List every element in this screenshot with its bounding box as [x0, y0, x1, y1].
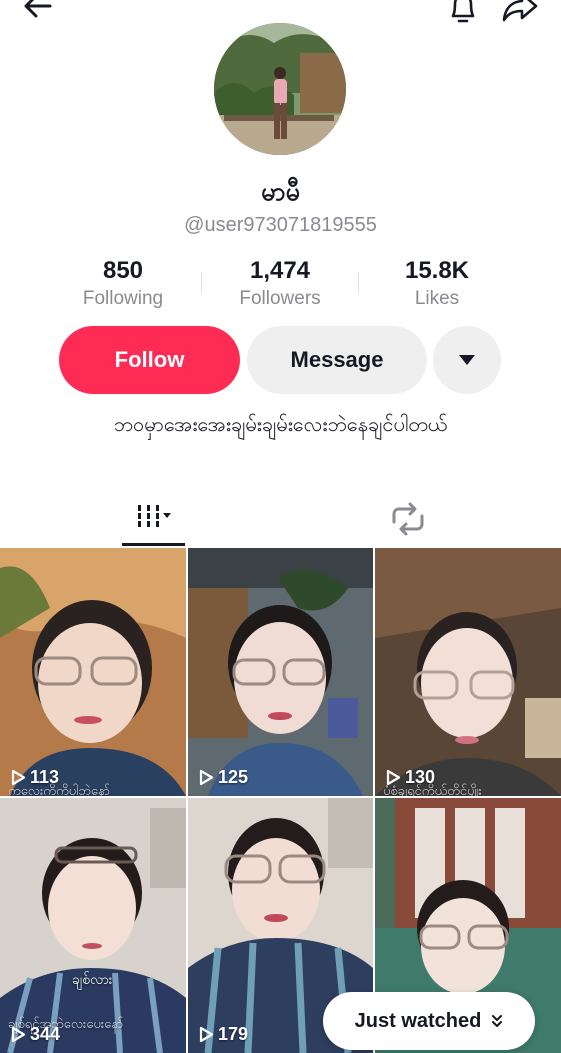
- grid-videos-icon: [138, 505, 171, 527]
- arrow-left-icon[interactable]: [20, 0, 56, 24]
- video-overlay-text: ချစ်လား: [72, 972, 113, 988]
- view-count: 113: [10, 767, 59, 788]
- stat-value: 1,474: [249, 257, 311, 284]
- share-arrow-icon[interactable]: [500, 0, 540, 24]
- stat-label: Following: [82, 288, 164, 309]
- just-watched-button[interactable]: Just watched: [323, 992, 535, 1050]
- video-thumbnail[interactable]: ချစ်လား ချစ်ရင်အဘဲလေးပေးနော် 344: [0, 798, 186, 1053]
- view-count-value: 113: [30, 767, 60, 787]
- stat-label: Likes: [414, 288, 460, 309]
- video-grid: ကလေးကိုကိုပါဘဲနော် 113 125 ပုံစံချရင်ကို…: [0, 548, 561, 1053]
- display-name: မာမီ: [261, 177, 300, 206]
- message-button[interactable]: Message: [247, 326, 427, 394]
- view-count-value: 344: [30, 1024, 61, 1044]
- view-count: 179: [198, 1024, 248, 1045]
- bell-icon[interactable]: [446, 0, 480, 26]
- video-thumbnail[interactable]: 125: [188, 548, 373, 796]
- thumbnail-image: [0, 548, 186, 796]
- view-count: 344: [10, 1024, 60, 1045]
- follow-button[interactable]: Follow: [59, 326, 240, 394]
- just-watched-label: Just watched: [354, 1009, 482, 1032]
- stat-likes[interactable]: 15.8K Likes: [359, 256, 515, 316]
- view-count: 125: [198, 767, 248, 788]
- play-icon: [386, 769, 401, 786]
- play-icon: [11, 1026, 26, 1043]
- video-thumbnail[interactable]: ပုံစံချရင်ကိုယ်တိုင်ပျိုး 130: [375, 548, 561, 796]
- play-icon: [199, 1026, 214, 1043]
- chevrons-down-icon: [492, 1015, 503, 1027]
- play-icon: [199, 769, 214, 786]
- tab-reposts[interactable]: [380, 496, 436, 548]
- view-count: 130: [385, 767, 435, 788]
- thumbnail-image: [188, 548, 373, 796]
- active-tab-indicator: [122, 543, 185, 546]
- chevron-down-icon: [459, 355, 475, 365]
- view-count-value: 125: [218, 767, 249, 787]
- stat-label: Followers: [239, 288, 321, 309]
- thumbnail-image: [375, 548, 561, 796]
- profile-bio: ဘဝမှာအေးအေးချမ်းချမ်းလေးဘဲနေချင်ပါတယ်: [113, 412, 448, 436]
- more-options-button[interactable]: [433, 326, 501, 394]
- stat-value: 15.8K: [404, 257, 470, 284]
- stat-followers[interactable]: 1,474 Followers: [202, 256, 358, 316]
- repost-icon: [392, 502, 424, 536]
- stat-value: 850: [102, 257, 144, 284]
- view-count-value: 179: [218, 1024, 249, 1044]
- content-tabs: [0, 496, 561, 548]
- avatar[interactable]: [214, 23, 346, 155]
- profile-stats: 850 Following 1,474 Followers 15.8K Like…: [45, 256, 515, 316]
- thumbnail-image: [0, 798, 186, 1053]
- play-icon: [11, 769, 26, 786]
- video-thumbnail[interactable]: ကလေးကိုကိုပါဘဲနော် 113: [0, 548, 186, 796]
- username: @user973071819555: [184, 214, 377, 236]
- tab-videos[interactable]: [122, 496, 185, 548]
- view-count-value: 130: [405, 767, 436, 787]
- stat-following[interactable]: 850 Following: [45, 256, 201, 316]
